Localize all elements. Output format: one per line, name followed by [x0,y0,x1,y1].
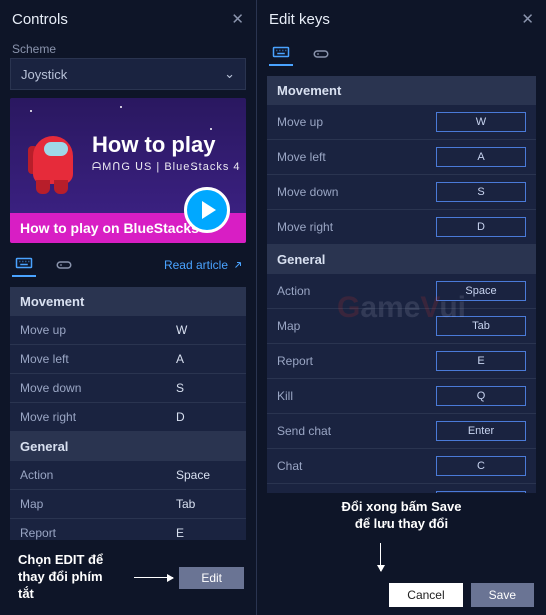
scheme-select[interactable]: Joystick ⌄ [10,58,246,90]
video-subline: ᗩMᑎG ᑌS | BlueStacks 4 [92,160,241,174]
crewmate-icon [28,128,78,190]
binding-row: Move upW [10,316,246,345]
binding-label: Chat [277,459,436,473]
key-input[interactable]: Enter [436,421,526,441]
binding-value: Tab [176,497,236,511]
binding-value: W [176,323,236,337]
close-icon[interactable]: ✕ [521,10,534,28]
binding-row: TasksT [267,484,536,493]
play-icon[interactable] [184,187,230,233]
binding-row: Move downS [10,374,246,403]
binding-row: ActionSpace [267,274,536,309]
key-input[interactable]: C [436,456,526,476]
key-input[interactable]: W [436,112,526,132]
binding-row: ReportE [10,519,246,540]
close-icon[interactable]: ✕ [231,10,244,28]
binding-label: Action [20,468,176,482]
binding-row: KillQ [267,379,536,414]
binding-label: Move left [277,150,436,164]
binding-label: Move down [20,381,176,395]
binding-row: Move rightD [267,210,536,245]
panel-header: Edit keys ✕ [257,0,546,38]
section-header: Movement [10,287,246,316]
binding-row: ActionSpace [10,461,246,490]
keyboard-tab-icon[interactable] [12,253,36,277]
key-input[interactable]: Space [436,281,526,301]
binding-row: Send chatEnter [267,414,536,449]
binding-value: D [176,410,236,424]
binding-label: Move up [20,323,176,337]
binding-row: Move upW [267,105,536,140]
key-input[interactable]: S [436,182,526,202]
panel-title: Controls [12,11,68,28]
binding-label: Move up [277,115,436,129]
right-bindings-list: MovementMove upWMove leftAMove downSMove… [257,76,546,493]
binding-value: Space [176,468,236,482]
binding-row: MapTab [10,490,246,519]
button-bar: Cancel Save [257,575,546,615]
binding-row: ReportE [267,344,536,379]
binding-label: Move down [277,185,436,199]
binding-value: A [176,352,236,366]
binding-label: Report [277,354,436,368]
tab-bar: Read article [0,243,256,287]
arrow-right-icon [134,577,174,578]
binding-row: MapTab [267,309,536,344]
scheme-label: Scheme [0,38,256,58]
binding-label: Move left [20,352,176,366]
binding-label: Send chat [277,424,436,438]
panel-header: Controls ✕ [0,0,256,38]
binding-value: E [176,526,236,540]
key-input[interactable]: D [436,217,526,237]
scheme-value: Joystick [21,67,67,82]
arrow-down-icon [380,543,381,571]
left-bindings-list: MovementMove upWMove leftAMove downSMove… [0,287,256,540]
edit-button[interactable]: Edit [179,567,244,589]
panel-title: Edit keys [269,11,330,28]
key-input[interactable]: Q [436,386,526,406]
gamepad-tab-icon[interactable] [309,42,333,66]
binding-label: Action [277,284,436,298]
binding-row: Move leftA [267,140,536,175]
binding-row: Move downS [267,175,536,210]
controls-panel: Controls ✕ Scheme Joystick ⌄ How to play… [0,0,257,615]
save-button[interactable]: Save [471,583,534,607]
binding-label: Map [277,319,436,333]
video-thumbnail: How to play ᗩMᑎG ᑌS | BlueStacks 4 [10,98,246,213]
section-header: Movement [267,76,536,105]
tab-bar [257,38,546,76]
annotation-save: Đổi xong bấm Save để lưu thay đổi [257,493,546,539]
key-input[interactable]: A [436,147,526,167]
chevron-down-icon: ⌄ [224,66,235,82]
binding-row: ChatC [267,449,536,484]
section-header: General [267,245,536,274]
video-headline: How to play [92,132,241,158]
key-input[interactable]: E [436,351,526,371]
binding-row: Move leftA [10,345,246,374]
edit-keys-panel: Edit keys ✕ MovementMove upWMove leftAMo… [257,0,546,615]
key-input[interactable]: Tab [436,316,526,336]
binding-label: Report [20,526,176,540]
cancel-button[interactable]: Cancel [389,583,462,607]
binding-label: Move right [20,410,176,424]
read-article-link[interactable]: Read article [164,258,244,272]
binding-row: Move rightD [10,403,246,432]
tutorial-video[interactable]: How to play ᗩMᑎG ᑌS | BlueStacks 4 How t… [10,98,246,243]
binding-label: Kill [277,389,436,403]
gamepad-tab-icon[interactable] [52,253,76,277]
binding-value: S [176,381,236,395]
annotation-edit: Chọn EDIT để thay đổi phím tắt [12,546,128,609]
binding-label: Move right [277,220,436,234]
keyboard-tab-icon[interactable] [269,42,293,66]
left-footer: Chọn EDIT để thay đổi phím tắt Edit [0,540,256,615]
section-header: General [10,432,246,461]
binding-label: Map [20,497,176,511]
